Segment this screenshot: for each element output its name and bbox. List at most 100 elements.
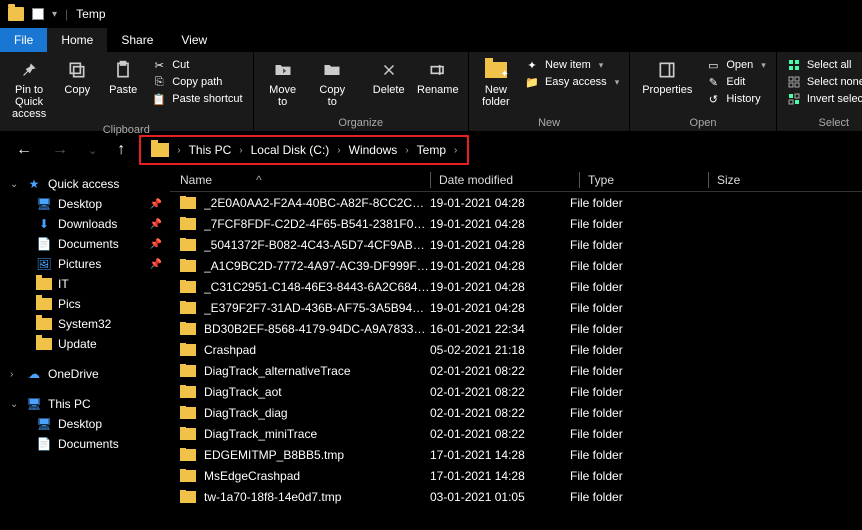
sidebar-item[interactable]: 🖥Desktop: [4, 414, 166, 434]
folder-icon: [180, 470, 196, 482]
forward-button[interactable]: →: [46, 137, 74, 163]
expand-icon[interactable]: ⌄: [10, 179, 20, 190]
file-row[interactable]: DiagTrack_alternativeTrace02-01-2021 08:…: [170, 360, 862, 381]
file-name: _5041372F-B082-4C43-A5D7-4CF9AB029...: [204, 238, 430, 252]
expand-icon[interactable]: ⌄: [10, 399, 20, 410]
sidebar-item-label: Documents: [58, 237, 119, 251]
up-button[interactable]: ↑: [111, 137, 131, 163]
chevron-right-icon[interactable]: ›: [454, 145, 457, 156]
tab-view[interactable]: View: [167, 28, 221, 52]
column-date[interactable]: Date modified: [439, 173, 579, 187]
chevron-right-icon[interactable]: ›: [405, 145, 408, 156]
breadcrumb-item[interactable]: Local Disk (C:): [251, 143, 330, 157]
column-type[interactable]: Type: [588, 173, 708, 187]
paste-button[interactable]: Paste: [102, 56, 144, 98]
folder-icon: [180, 386, 196, 398]
tab-home[interactable]: Home: [47, 28, 107, 52]
folder-icon: [180, 407, 196, 419]
dropdown-icon[interactable]: ▾: [52, 9, 57, 20]
move-to-button[interactable]: Move to: [260, 56, 306, 110]
file-row[interactable]: DiagTrack_aot02-01-2021 08:22File folder: [170, 381, 862, 402]
sidebar-this-pc[interactable]: ⌄ 🖥 This PC: [4, 394, 166, 414]
doc-icon: [32, 8, 44, 20]
folder-icon: [180, 281, 196, 293]
column-name[interactable]: Name^: [170, 173, 430, 187]
chevron-right-icon[interactable]: ›: [337, 145, 340, 156]
folder-icon: [180, 428, 196, 440]
sidebar-item[interactable]: ⬇Downloads📌: [4, 214, 166, 234]
file-name: DiagTrack_aot: [204, 385, 430, 399]
select-all-button[interactable]: Select all: [787, 58, 862, 72]
open-button[interactable]: ▭Open▾: [706, 58, 765, 72]
file-row[interactable]: _C31C2951-C148-46E3-8443-6A2C684D41...19…: [170, 276, 862, 297]
copy-icon: [65, 58, 89, 82]
item-icon: 📄: [36, 437, 52, 451]
folder-icon: [180, 344, 196, 356]
file-date: 19-01-2021 04:28: [430, 280, 570, 294]
ribbon-group-organize: Move to Copy to Delete Rename Organize: [254, 52, 469, 131]
breadcrumb[interactable]: › This PC › Local Disk (C:) › Windows › …: [139, 135, 469, 165]
history-icon: ↺: [706, 92, 720, 106]
sidebar-item[interactable]: 🖼Pictures📌: [4, 254, 166, 274]
folder-icon: [180, 218, 196, 230]
sidebar: ⌄ ★ Quick access 🖥Desktop📌⬇Downloads📌📄Do…: [0, 168, 170, 530]
file-row[interactable]: DiagTrack_miniTrace02-01-2021 08:22File …: [170, 423, 862, 444]
edit-button[interactable]: ✎Edit: [706, 75, 765, 89]
sidebar-item[interactable]: 📄Documents: [4, 434, 166, 454]
chevron-right-icon[interactable]: ›: [239, 145, 242, 156]
file-row[interactable]: Crashpad05-02-2021 21:18File folder: [170, 339, 862, 360]
sidebar-item[interactable]: 🖥Desktop📌: [4, 194, 166, 214]
file-name: MsEdgeCrashpad: [204, 469, 430, 483]
chevron-right-icon[interactable]: ›: [177, 145, 180, 156]
paste-icon: [111, 58, 135, 82]
sidebar-onedrive[interactable]: › ☁ OneDrive: [4, 364, 166, 384]
new-folder-button[interactable]: ✦ New folder: [475, 56, 517, 110]
expand-icon[interactable]: ›: [10, 369, 20, 380]
file-row[interactable]: _A1C9BC2D-7772-4A97-AC39-DF999FB1...19-0…: [170, 255, 862, 276]
group-label-new: New: [538, 115, 560, 129]
file-row[interactable]: _2E0A0AA2-F2A4-40BC-A82F-8CC2CFDD...19-0…: [170, 192, 862, 213]
easy-access-button[interactable]: 📁Easy access▾: [525, 75, 619, 89]
sidebar-item[interactable]: Pics: [4, 294, 166, 314]
file-row[interactable]: EDGEMITMP_B8BB5.tmp17-01-2021 14:28File …: [170, 444, 862, 465]
file-row[interactable]: _5041372F-B082-4C43-A5D7-4CF9AB029...19-…: [170, 234, 862, 255]
cut-button[interactable]: ✂Cut: [152, 58, 242, 72]
breadcrumb-item[interactable]: Windows: [349, 143, 398, 157]
new-item-button[interactable]: ✦New item▾: [525, 58, 619, 72]
sidebar-quick-access[interactable]: ⌄ ★ Quick access: [4, 174, 166, 194]
pin-quick-access-button[interactable]: Pin to Quick access: [6, 56, 52, 122]
column-size[interactable]: Size: [717, 173, 862, 187]
properties-button[interactable]: Properties: [636, 56, 698, 98]
sidebar-item[interactable]: Update: [4, 334, 166, 354]
back-button[interactable]: ←: [10, 137, 38, 163]
ribbon-group-select: Select all Select none Invert selection …: [777, 52, 862, 131]
item-icon: [36, 317, 52, 331]
file-row[interactable]: MsEdgeCrashpad17-01-2021 14:28File folde…: [170, 465, 862, 486]
file-row[interactable]: _7FCF8FDF-C2D2-4F65-B541-2381F0C567...19…: [170, 213, 862, 234]
file-date: 19-01-2021 04:28: [430, 217, 570, 231]
paste-shortcut-button[interactable]: 📋Paste shortcut: [152, 92, 242, 106]
file-row[interactable]: BD30B2EF-8568-4179-94DC-A9A7833718...16-…: [170, 318, 862, 339]
copy-button[interactable]: Copy: [56, 56, 98, 98]
rename-button[interactable]: Rename: [414, 56, 462, 98]
delete-button[interactable]: Delete: [368, 56, 410, 98]
file-date: 16-01-2021 22:34: [430, 322, 570, 336]
select-none-button[interactable]: Select none: [787, 75, 862, 89]
breadcrumb-item[interactable]: Temp: [417, 143, 446, 157]
history-button[interactable]: ↺History: [706, 92, 765, 106]
file-name: _2E0A0AA2-F2A4-40BC-A82F-8CC2CFDD...: [204, 196, 430, 210]
sidebar-item[interactable]: 📄Documents📌: [4, 234, 166, 254]
file-row[interactable]: DiagTrack_diag02-01-2021 08:22File folde…: [170, 402, 862, 423]
file-row[interactable]: _E379F2F7-31AD-436B-AF75-3A5B94FA95...19…: [170, 297, 862, 318]
sidebar-item-label: Pics: [58, 297, 81, 311]
recent-dropdown[interactable]: ⌄: [82, 140, 103, 161]
breadcrumb-item[interactable]: This PC: [189, 143, 232, 157]
tab-file[interactable]: File: [0, 28, 47, 52]
copy-path-button[interactable]: ⎘Copy path: [152, 75, 242, 89]
sidebar-item[interactable]: IT: [4, 274, 166, 294]
copy-to-button[interactable]: Copy to: [310, 56, 355, 110]
file-row[interactable]: tw-1a70-18f8-14e0d7.tmp03-01-2021 01:05F…: [170, 486, 862, 507]
invert-selection-button[interactable]: Invert selection: [787, 92, 862, 106]
tab-share[interactable]: Share: [107, 28, 167, 52]
sidebar-item[interactable]: System32: [4, 314, 166, 334]
